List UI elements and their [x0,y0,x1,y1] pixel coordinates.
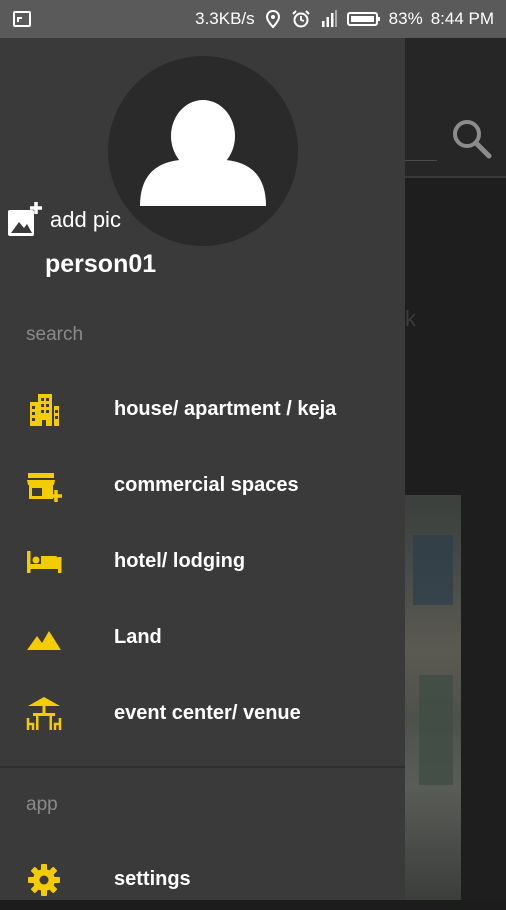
nav-item-label: hotel/ lodging [114,550,246,572]
screenshot-icon [13,11,31,27]
section-label-app: app [26,794,58,815]
background-image-window [413,535,453,605]
signal-icon [321,10,337,27]
building-icon [30,394,59,426]
person-icon [140,100,266,206]
background-image-door [419,675,453,785]
background-divider [405,176,506,178]
avatar[interactable] [108,56,298,246]
add-pic-button[interactable]: add pic [6,202,121,238]
hotel-bed-icon [27,551,62,573]
battery-icon [346,12,380,26]
nav-item-label: event center/ venue [114,702,301,724]
event-venue-icon [26,697,62,730]
clock: 8:44 PM [430,9,494,28]
nav-item-label: commercial spaces [114,474,299,496]
nav-item-commercial-spaces[interactable]: commercial spaces [0,456,405,516]
nav-item-hotel-lodging[interactable]: hotel/ lodging [0,532,405,592]
navigation-drawer: add pic person01 search house/ apartment… [0,38,405,900]
location-icon [265,9,280,29]
nav-item-settings[interactable]: settings [0,850,405,910]
nav-item-label: house/ apartment / keja [114,398,337,420]
background-app: k [405,38,506,900]
nav-item-house-apartment[interactable]: house/ apartment / keja [0,380,405,440]
nav-item-land[interactable]: Land [0,608,405,668]
background-partial-text: k [405,306,416,331]
background-listing-image[interactable] [405,495,461,900]
search-icon[interactable] [449,116,493,160]
username: person01 [45,250,157,278]
battery-percent: 83% [388,9,423,28]
nav-item-label: settings [114,868,191,890]
alarm-icon [291,10,310,28]
drawer-divider [0,766,405,768]
add-photo-icon [8,202,42,236]
network-speed: 3.3KB/s [195,9,255,28]
status-bar: 3.3KB/s 83% 8:44 PM [0,0,506,38]
section-label-search: search [26,324,84,345]
terrain-icon [27,631,61,650]
gear-icon [28,864,60,896]
background-search-underline [405,160,437,161]
nav-item-event-center-venue[interactable]: event center/ venue [0,684,405,744]
background-toolbar [405,38,506,176]
nav-item-label: Land [114,626,162,648]
add-pic-label: add pic [50,207,121,232]
store-add-icon [27,473,62,502]
